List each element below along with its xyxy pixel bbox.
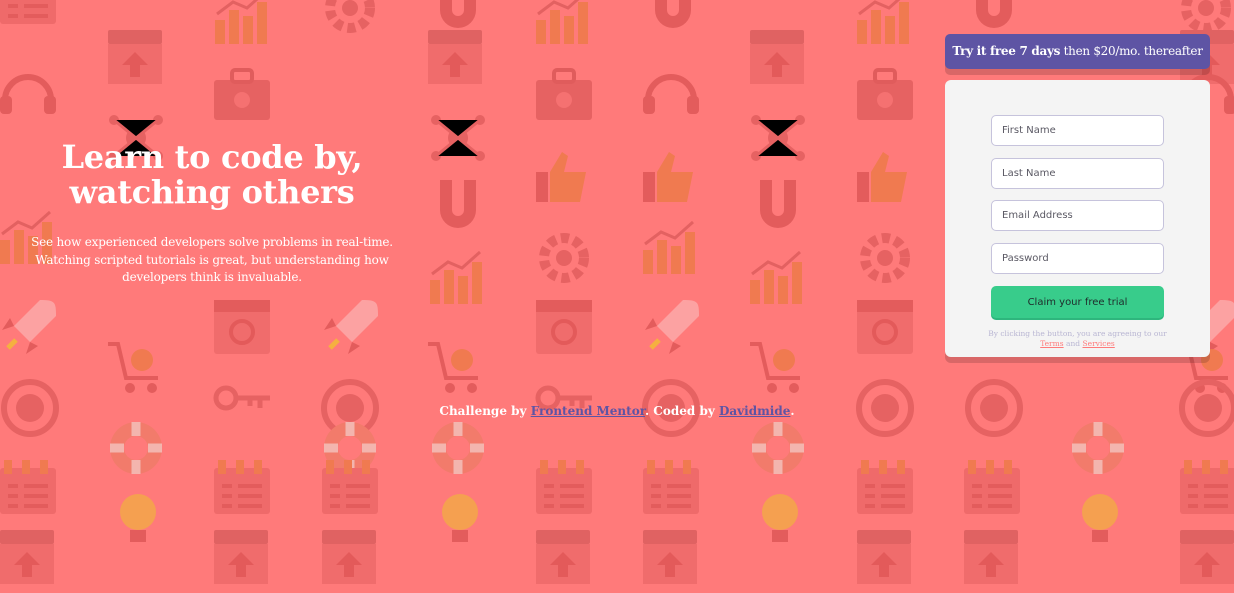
footer-suffix: . bbox=[790, 404, 795, 418]
hero-title: Learn to code by, watching others bbox=[22, 140, 402, 210]
password-input[interactable] bbox=[991, 243, 1164, 274]
hero-title-line-2: watching others bbox=[69, 173, 355, 211]
terms-prefix-text: By clicking the button, you are agreeing… bbox=[988, 329, 1167, 338]
hero-description-line-3: developers think is invaluable. bbox=[122, 270, 302, 284]
email-input[interactable] bbox=[991, 200, 1164, 231]
trial-banner-price-text: then $20/mo. thereafter bbox=[1063, 44, 1203, 58]
services-link[interactable]: Services bbox=[1083, 339, 1115, 348]
free-trial-banner: Try it free 7 days then $20/mo. thereaft… bbox=[945, 34, 1210, 69]
last-name-input[interactable] bbox=[991, 158, 1164, 189]
signup-form: Claim your free trial By clicking the bu… bbox=[945, 80, 1210, 357]
hero-description-line-1: See how experienced developers solve pro… bbox=[31, 235, 393, 249]
author-link[interactable]: Davidmide bbox=[719, 404, 790, 418]
trial-banner-bold-text: Try it free 7 days bbox=[952, 44, 1061, 58]
terms-link[interactable]: Terms bbox=[1040, 339, 1063, 348]
hero-title-line-1: Learn to code by, bbox=[61, 138, 363, 176]
hero-description-line-2: Watching scripted tutorials is great, bu… bbox=[35, 252, 389, 267]
attribution-footer: Challenge by Frontend Mentor. Coded by D… bbox=[0, 404, 1234, 418]
frontend-mentor-link[interactable]: Frontend Mentor bbox=[531, 404, 645, 418]
footer-prefix: Challenge by bbox=[439, 404, 527, 418]
terms-notice: By clicking the button, you are agreeing… bbox=[965, 329, 1190, 348]
first-name-input[interactable] bbox=[991, 115, 1164, 146]
claim-free-trial-button[interactable]: Claim your free trial bbox=[991, 286, 1164, 318]
hero-section: Learn to code by, watching others See ho… bbox=[22, 140, 402, 287]
footer-coded-by: . Coded by bbox=[644, 404, 715, 418]
terms-and-text: and bbox=[1066, 338, 1081, 348]
hero-description: See how experienced developers solve pro… bbox=[22, 234, 402, 287]
